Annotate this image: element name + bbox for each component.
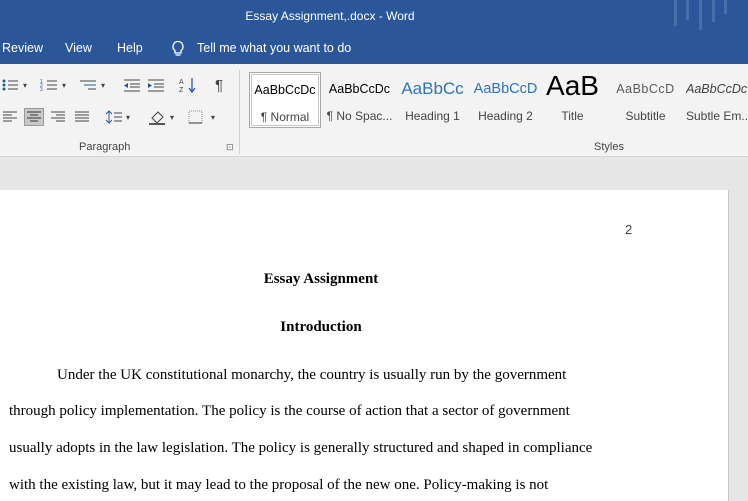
svg-text:Z: Z: [179, 87, 184, 93]
styles-group-label: Styles: [594, 141, 624, 153]
style-no-spacing[interactable]: AaBbCcDc ¶ No Spac...: [323, 72, 396, 128]
chevron-down-icon[interactable]: ▾: [23, 81, 27, 90]
tell-me-search[interactable]: Tell me what you want to do: [197, 41, 351, 55]
ribbon-tabs: Review View Help Tell me what you want t…: [0, 33, 748, 64]
title-decoration: [699, 0, 702, 30]
title-decoration: [724, 0, 727, 14]
chevron-down-icon[interactable]: ▾: [62, 81, 66, 90]
dialog-launcher-icon[interactable]: ⊡: [226, 142, 234, 153]
chevron-down-icon[interactable]: ▾: [170, 113, 174, 122]
body-line: with the existing law, but it may lead t…: [9, 477, 549, 493]
increase-indent-icon[interactable]: [146, 76, 166, 94]
tab-help[interactable]: Help: [117, 41, 143, 55]
document-page[interactable]: 2 Essay Assignment Introduction Under th…: [0, 190, 729, 501]
chevron-down-icon[interactable]: ▾: [211, 113, 215, 122]
line-spacing-icon[interactable]: [104, 108, 124, 126]
lightbulb-icon: [171, 40, 185, 60]
bullets-icon[interactable]: [0, 76, 20, 94]
chevron-down-icon[interactable]: ▾: [101, 81, 105, 90]
align-left-icon[interactable]: [0, 108, 20, 126]
title-bar: Essay Assignment,.docx - Word: [0, 0, 748, 33]
shading-icon[interactable]: [147, 108, 167, 126]
numbering-icon[interactable]: 123: [39, 76, 59, 94]
window-title: Essay Assignment,.docx - Word: [245, 9, 415, 23]
style-normal[interactable]: AaBbCcDc ¶ Normal: [249, 72, 321, 128]
essay-heading: Essay Assignment: [263, 271, 379, 287]
chevron-down-icon[interactable]: ▾: [126, 113, 130, 122]
decrease-indent-icon[interactable]: [122, 76, 142, 94]
body-line: Under the UK constitutional monarchy, th…: [57, 367, 567, 383]
sort-icon[interactable]: AZ: [178, 76, 198, 94]
svg-text:3: 3: [40, 87, 43, 92]
paragraph-group-label: Paragraph: [79, 141, 131, 153]
title-decoration: [674, 0, 677, 26]
style-title[interactable]: AaB Title: [536, 70, 609, 128]
align-right-icon[interactable]: [48, 108, 68, 126]
page-number: 2: [625, 222, 633, 237]
ribbon: ▾ 123 ▾ ▾ AZ ¶ ▾ ▾ ▾ Paragraph ⊡ AaBbCcD…: [0, 64, 748, 157]
style-heading-1[interactable]: AaBbCc Heading 1: [396, 72, 469, 128]
tab-review[interactable]: Review: [2, 41, 43, 55]
title-decoration: [712, 0, 715, 22]
pilcrow-icon[interactable]: ¶: [209, 76, 229, 94]
multilevel-list-icon[interactable]: [78, 76, 98, 94]
style-subtle-emphasis[interactable]: AaBbCcDc Subtle Em...: [682, 72, 748, 128]
tab-view[interactable]: View: [65, 41, 92, 55]
justify-icon[interactable]: [72, 108, 92, 126]
style-subtitle[interactable]: AaBbCcD Subtitle: [609, 72, 682, 128]
svg-text:A: A: [179, 79, 184, 86]
body-line: usually adopts in the law legislation. T…: [9, 440, 593, 456]
group-separator: [239, 70, 240, 154]
align-center-icon[interactable]: [24, 108, 44, 126]
title-decoration: [686, 0, 689, 20]
body-line: through policy implementation. The polic…: [9, 403, 570, 419]
section-heading: Introduction: [280, 319, 362, 335]
borders-icon[interactable]: [186, 108, 206, 126]
style-heading-2[interactable]: AaBbCcD Heading 2: [469, 72, 542, 128]
